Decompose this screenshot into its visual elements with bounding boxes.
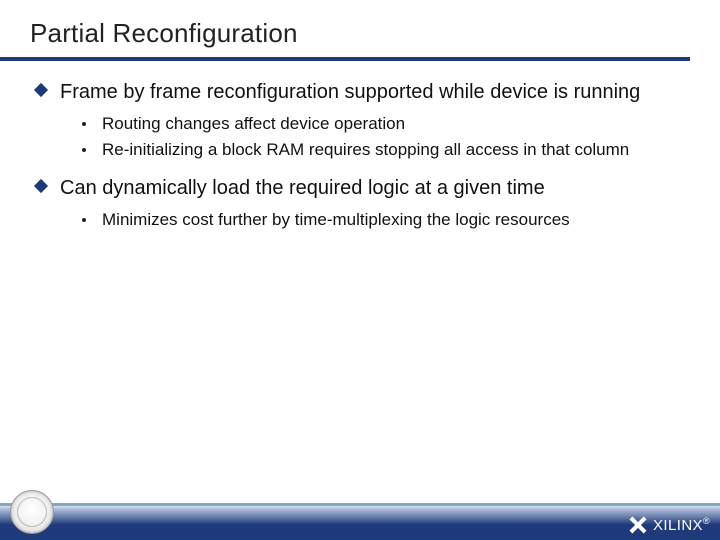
bullet-text: Frame by frame reconfiguration supported… [60,79,640,105]
list-item: Frame by frame reconfiguration supported… [36,79,690,105]
bullet-text: Minimizes cost further by time-multiplex… [102,209,570,231]
sublist: Minimizes cost further by time-multiplex… [82,209,690,231]
diamond-bullet-icon [36,85,46,95]
bullet-text: Can dynamically load the required logic … [60,175,545,201]
list-item: Routing changes affect device operation [82,113,690,135]
footer-band [0,506,720,540]
slide: Partial Reconfiguration Frame by frame r… [0,0,720,540]
list-item: Can dynamically load the required logic … [36,175,690,201]
list-item: Minimizes cost further by time-multiplex… [82,209,690,231]
brand-text: XILINX [653,517,703,534]
title-rule [0,57,690,61]
dot-bullet-icon [82,122,86,126]
slide-content: Frame by frame reconfiguration supported… [30,79,690,231]
slide-footer: XILINX® [0,488,720,540]
bullet-text: Routing changes affect device operation [102,113,405,135]
dot-bullet-icon [82,148,86,152]
university-seal-icon [10,490,54,534]
diamond-bullet-icon [36,181,46,191]
xilinx-x-icon [629,516,647,534]
dot-bullet-icon [82,218,86,222]
registered-mark: ® [703,516,710,526]
sublist: Routing changes affect device operation … [82,113,690,161]
list-item: Re-initializing a block RAM requires sto… [82,139,690,161]
brand-logo: XILINX® [629,516,710,534]
slide-title: Partial Reconfiguration [30,18,690,49]
bullet-text: Re-initializing a block RAM requires sto… [102,139,629,161]
